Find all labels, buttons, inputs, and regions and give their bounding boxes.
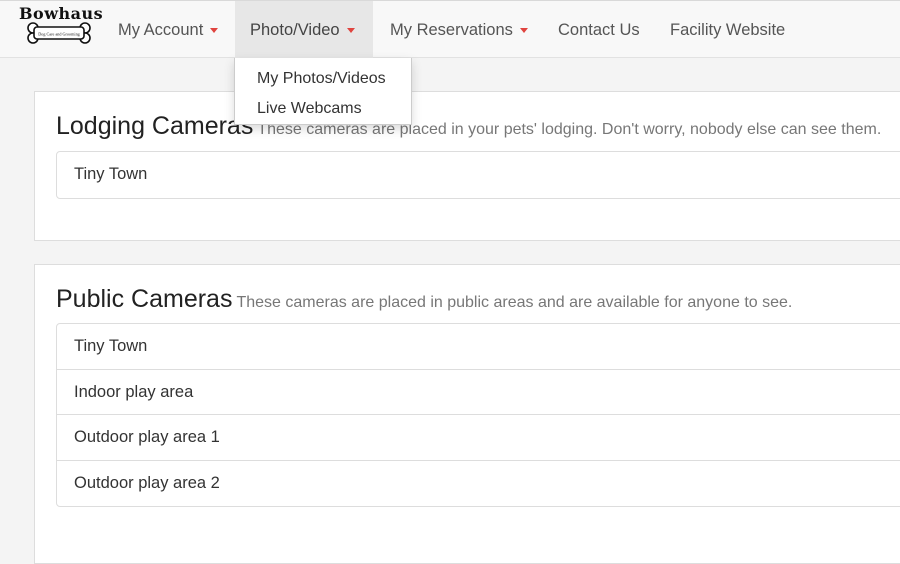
nav-my-reservations[interactable]: My Reservations	[375, 1, 543, 58]
nav-photo-video[interactable]: Photo/Video	[235, 1, 373, 58]
caret-down-icon	[346, 28, 355, 34]
public-cameras-heading: Public Cameras These cameras are placed i…	[56, 285, 792, 314]
public-camera-indoor-play-area[interactable]: Indoor play area	[57, 370, 900, 415]
lodging-cameras-panel: Lodging Cameras These cameras are placed …	[34, 91, 900, 241]
nav-my-account-label: My Account	[118, 21, 204, 39]
public-camera-outdoor-play-area-2[interactable]: Outdoor play area 2	[57, 461, 900, 507]
lodging-cameras-heading: Lodging Cameras These cameras are placed …	[56, 112, 881, 141]
nav-photo-video-label: Photo/Video	[250, 21, 340, 39]
public-cameras-panel: Public Cameras These cameras are placed i…	[34, 264, 900, 564]
public-camera-list: Tiny Town Indoor play area Outdoor play …	[56, 323, 900, 507]
caret-down-icon	[519, 28, 528, 34]
brand-logo[interactable]: Bowhaus Dog Care and Grooming	[16, 4, 104, 44]
nav-contact-us[interactable]: Contact Us	[543, 1, 655, 58]
caret-down-icon	[210, 28, 219, 34]
brand-name: Bowhaus	[19, 4, 104, 23]
lodging-cameras-title: Lodging Cameras	[56, 112, 254, 140]
public-cameras-title: Public Cameras	[56, 285, 233, 313]
nav-facility-website[interactable]: Facility Website	[655, 1, 800, 58]
nav-facility-website-label: Facility Website	[670, 21, 786, 39]
menu-item-my-photos-videos[interactable]: My Photos/Videos	[235, 66, 411, 96]
photo-video-dropdown-menu: My Photos/Videos Live Webcams	[234, 58, 412, 125]
nav-contact-us-label: Contact Us	[558, 21, 640, 39]
top-navbar: Bowhaus Dog Care and Grooming My Account…	[0, 0, 900, 58]
lodging-camera-tiny-town[interactable]: Tiny Town	[57, 152, 900, 198]
public-camera-outdoor-play-area-1[interactable]: Outdoor play area 1	[57, 415, 900, 461]
nav-my-account[interactable]: My Account	[103, 1, 233, 58]
bone-logo-icon: Dog Care and Grooming	[27, 22, 91, 44]
menu-item-live-webcams[interactable]: Live Webcams	[235, 96, 411, 126]
nav-my-reservations-label: My Reservations	[390, 21, 513, 39]
public-cameras-subtitle: These cameras are placed in public areas…	[236, 294, 793, 311]
lodging-camera-list: Tiny Town	[56, 151, 900, 199]
brand-tagline: Dog Care and Grooming	[38, 32, 80, 37]
public-camera-tiny-town[interactable]: Tiny Town	[57, 324, 900, 370]
